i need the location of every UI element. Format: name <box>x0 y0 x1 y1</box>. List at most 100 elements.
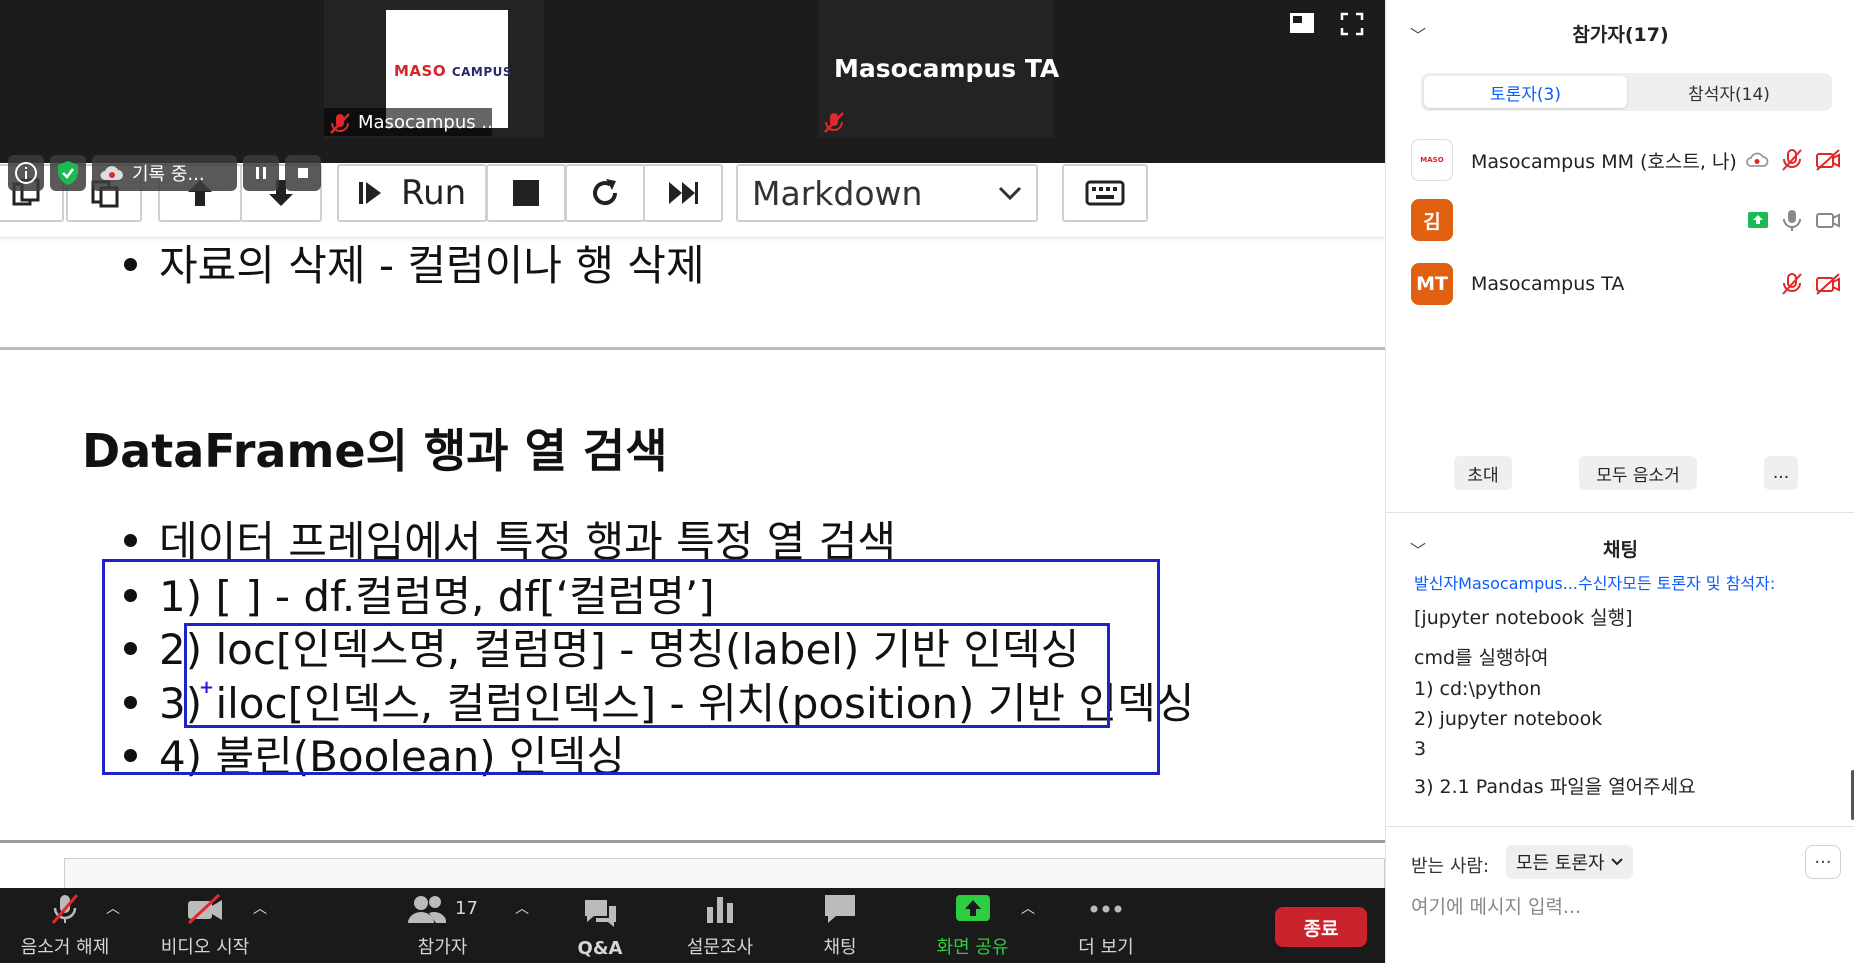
chat-message-line: 2) jupyter notebook <box>1414 708 1603 730</box>
chat-message-line: 3) 2.1 Pandas 파일을 열어주세요 <box>1414 776 1696 798</box>
chat-icon <box>825 895 855 923</box>
view-mode-icon[interactable] <box>1289 12 1315 34</box>
cell-divider <box>0 347 1385 350</box>
participants-more-button[interactable]: ... <box>1764 456 1798 490</box>
info-button[interactable] <box>8 155 44 191</box>
cursor-crosshair-icon: + <box>199 677 215 698</box>
poll-icon <box>707 897 733 923</box>
tab-attendees[interactable]: 참석자(14) <box>1629 76 1829 108</box>
recipient-select[interactable]: 모든 토론자 <box>1506 845 1633 879</box>
recipient-label: 받는 사람: <box>1411 856 1490 877</box>
video-strip: MASO CAMPUS Masocampus ... Masocampus TA <box>0 0 1385 163</box>
chat-message-line: 3 <box>1414 738 1427 760</box>
panel-divider <box>1386 826 1854 827</box>
keyboard-icon <box>1085 180 1125 206</box>
chevron-down-icon <box>998 186 1022 201</box>
pause-icon <box>256 167 266 179</box>
chat-sender-line: 발신자Masocampus...수신자모든 토론자 및 참석자: <box>1414 574 1776 593</box>
panel-divider <box>1386 512 1854 513</box>
qa-icon <box>585 900 616 927</box>
video-off-icon <box>187 893 222 925</box>
participants-button[interactable]: 17 참가자 <box>400 888 485 963</box>
security-button[interactable] <box>50 155 86 191</box>
command-palette-button[interactable] <box>1062 164 1148 222</box>
mic-muted-icon <box>330 113 350 134</box>
more-button[interactable]: 더 보기 <box>1056 888 1156 963</box>
participant-row[interactable]: MT Masocampus TA <box>1411 262 1841 306</box>
video-off-icon <box>1816 273 1840 295</box>
share-screen-icon <box>955 895 990 921</box>
annotation-box-inner <box>184 623 1110 728</box>
stop-icon <box>298 168 308 178</box>
cloud-record-icon <box>100 166 123 180</box>
mic-muted-icon <box>1782 149 1802 171</box>
restart-button[interactable] <box>565 164 645 222</box>
qa-button[interactable]: Q&A <box>560 888 640 963</box>
audio-options-chevron-icon[interactable]: ︿ <box>106 898 120 918</box>
mic-icon <box>1783 210 1801 231</box>
run-icon <box>359 182 381 204</box>
sharing-screen-icon <box>1748 212 1768 228</box>
video-tile-name: Masocampus TA <box>834 54 1060 83</box>
info-icon <box>15 162 37 184</box>
invite-button[interactable]: 초대 <box>1454 456 1512 490</box>
run-button[interactable]: Run <box>337 164 487 222</box>
mic-muted-icon <box>824 112 844 133</box>
tab-panelists[interactable]: 토론자(3) <box>1424 76 1627 108</box>
cell-type-select[interactable]: Markdown <box>736 164 1038 222</box>
share-screen-button[interactable]: 화면 공유 <box>920 888 1025 963</box>
meeting-controls: 음소거 해제 ︿ 비디오 시작 ︿ 17 참가자 ︿ Q&A 설문조사 채팅 화… <box>0 888 1385 963</box>
avatar: MASO <box>1411 139 1453 181</box>
stop-icon <box>513 180 539 206</box>
chat-button[interactable]: 채팅 <box>800 888 880 963</box>
video-tile-masocampus-ta[interactable]: Masocampus TA <box>818 0 1059 138</box>
start-video-button[interactable]: 비디오 시작 <box>150 888 260 963</box>
cell-divider <box>0 840 1385 843</box>
participant-row[interactable]: MASO Masocampus MM (호스트, 나) <box>1411 138 1841 182</box>
chat-message-input[interactable] <box>1411 890 1831 924</box>
chat-more-button[interactable]: ··· <box>1805 845 1841 879</box>
unmute-button[interactable]: 음소거 해제 <box>10 888 120 963</box>
participants-icon <box>408 896 447 923</box>
stop-recording-button[interactable] <box>285 155 321 191</box>
participants-options-chevron-icon[interactable]: ︿ <box>515 898 529 918</box>
mute-all-button[interactable]: 모두 음소거 <box>1579 456 1697 490</box>
participant-row[interactable]: 김 <box>1411 198 1841 242</box>
chat-message-line: cmd를 실행하여 <box>1414 647 1549 669</box>
video-off-icon <box>1816 149 1840 171</box>
chat-panel-title: 채팅 <box>1603 539 1638 561</box>
avatar: MT <box>1411 263 1453 305</box>
participant-name: Masocampus MM (호스트, 나) <box>1471 150 1737 173</box>
participant-name: Masocampus TA <box>1471 273 1625 295</box>
recording-indicator: 기록 중... <box>8 154 321 192</box>
restart-run-all-button[interactable] <box>643 164 723 222</box>
fast-forward-icon <box>669 182 698 204</box>
chat-message-line: 1) cd:\python <box>1414 678 1542 700</box>
slide-bullet: 자료의 삭제 - 컬럼이나 행 삭제 <box>124 232 705 293</box>
avatar: 김 <box>1411 199 1453 241</box>
slide-heading: DataFrame의 행과 열 검색 <box>82 424 668 478</box>
participants-tabs: 토론자(3) 참석자(14) <box>1421 73 1832 111</box>
shared-screen: 자료의 삭제 - 컬럼이나 행 삭제 DataFrame의 행과 열 검색 데이… <box>0 0 1385 963</box>
video-tile-name: Masocampus ... <box>358 112 499 133</box>
mic-muted-icon <box>1782 273 1802 295</box>
polls-button[interactable]: 설문조사 <box>670 888 770 963</box>
chat-message-line: [jupyter notebook 실행] <box>1414 607 1633 629</box>
more-dots-icon <box>1090 905 1122 913</box>
end-meeting-button[interactable]: 종료 <box>1275 907 1367 947</box>
restart-icon <box>593 179 618 206</box>
notebook-content: 자료의 삭제 - 컬럼이나 행 삭제 DataFrame의 행과 열 검색 데이… <box>0 230 1385 898</box>
chevron-down-icon <box>1610 858 1623 866</box>
video-options-chevron-icon[interactable]: ︿ <box>253 898 267 918</box>
interrupt-button[interactable] <box>486 164 566 222</box>
mic-muted-icon <box>51 894 79 924</box>
share-options-chevron-icon[interactable]: ︿ <box>1021 898 1035 918</box>
shield-check-icon <box>58 161 78 185</box>
cloud-recording-status: 기록 중... <box>92 155 237 191</box>
video-tile-masocampus[interactable]: MASO CAMPUS Masocampus ... <box>324 0 544 138</box>
video-icon <box>1816 213 1840 228</box>
side-panel: ﹀ 참가자(17) 토론자(3) 참석자(14) MASO Masocampus… <box>1385 0 1854 963</box>
pause-recording-button[interactable] <box>243 155 279 191</box>
cloud-record-icon <box>1746 152 1769 167</box>
fullscreen-icon[interactable] <box>1340 12 1364 36</box>
